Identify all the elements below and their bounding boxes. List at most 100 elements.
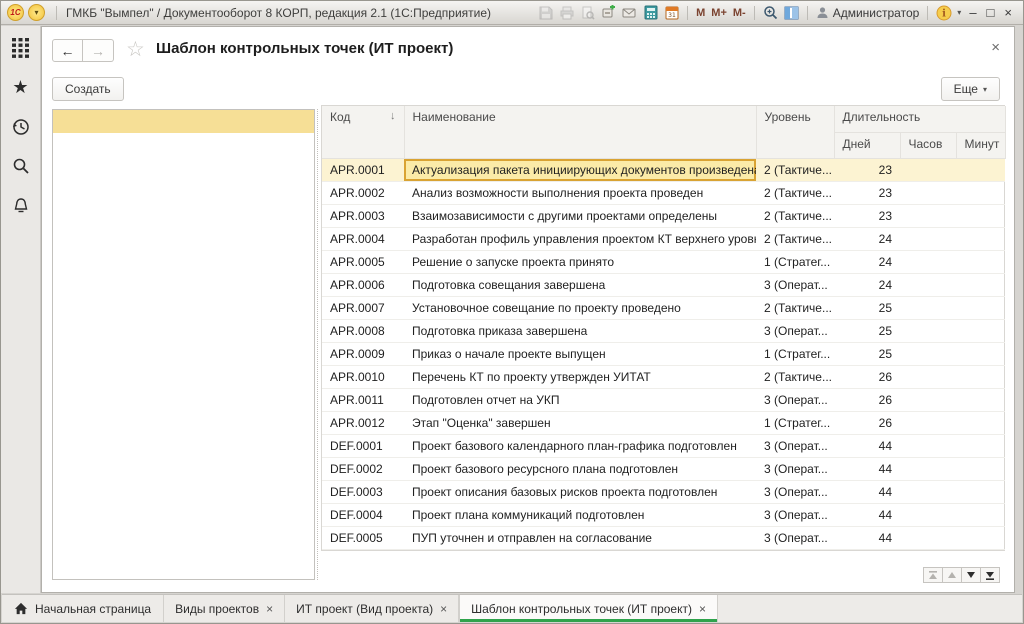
group-list-item[interactable] <box>53 340 314 363</box>
favorite-toggle-icon[interactable]: ☆ <box>126 39 145 60</box>
calculator-icon[interactable] <box>642 4 659 21</box>
column-header-code[interactable]: Код ↓ <box>322 106 404 158</box>
table-row[interactable]: APR.0010 Перечень КТ по проекту утвержде… <box>322 365 1005 388</box>
current-user[interactable]: Администратор <box>816 6 920 20</box>
cell-level: 1 (Стратег... <box>756 411 834 434</box>
group-list-item[interactable] <box>53 133 314 156</box>
go-last-icon[interactable] <box>980 567 1000 583</box>
calendar-icon[interactable]: 31 <box>663 4 680 21</box>
cell-minutes <box>956 227 1005 250</box>
tab-close-icon[interactable]: × <box>699 602 706 616</box>
group-list-item[interactable] <box>53 363 314 386</box>
go-up-icon[interactable] <box>942 567 962 583</box>
window-title: ГМКБ "Вымпел" / Документооборот 8 КОРП, … <box>66 6 491 20</box>
cell-level: 2 (Тактиче... <box>756 227 834 250</box>
print-icon[interactable] <box>558 4 575 21</box>
history-icon[interactable] <box>11 116 31 136</box>
group-list-item[interactable] <box>53 248 314 271</box>
cell-code: APR.0008 <box>322 319 404 342</box>
cell-days: 23 <box>834 158 900 181</box>
attach-file-icon[interactable] <box>600 4 617 21</box>
notifications-bell-icon[interactable] <box>11 196 31 216</box>
cell-code: APR.0010 <box>322 365 404 388</box>
go-first-icon[interactable] <box>923 567 943 583</box>
column-header-hours[interactable]: Часов <box>900 132 956 158</box>
tab-close-icon[interactable]: × <box>440 602 447 616</box>
table-row[interactable]: DEF.0001 Проект базового календарного пл… <box>322 434 1005 457</box>
cell-level: 2 (Тактиче... <box>756 204 834 227</box>
more-button[interactable]: Еще ▾ <box>941 77 1000 101</box>
table-row[interactable]: DEF.0005 ПУП уточнен и отправлен на согл… <box>322 526 1005 549</box>
print-preview-icon[interactable] <box>579 4 596 21</box>
cell-level: 3 (Операт... <box>756 273 834 296</box>
divider <box>927 6 928 20</box>
group-list-item[interactable] <box>53 317 314 340</box>
table-row[interactable]: APR.0007 Установочное совещание по проек… <box>322 296 1005 319</box>
group-list-item[interactable] <box>53 225 314 248</box>
table-row[interactable]: APR.0012 Этап "Оценка" завершен 1 (Страт… <box>322 411 1005 434</box>
panels-icon[interactable] <box>783 4 800 21</box>
cell-hours <box>900 273 956 296</box>
table-row[interactable]: APR.0005 Решение о запуске проекта приня… <box>322 250 1005 273</box>
table-row[interactable]: APR.0001 Актуализация пакета инициирующи… <box>322 158 1005 181</box>
menu-grid-icon[interactable] <box>11 38 31 58</box>
memory-subtract-button[interactable]: М- <box>733 7 746 19</box>
column-header-days[interactable]: Дней <box>834 132 900 158</box>
zoom-icon[interactable] <box>762 4 779 21</box>
cell-level: 3 (Операт... <box>756 503 834 526</box>
search-icon[interactable] <box>11 156 31 176</box>
column-header-name[interactable]: Наименование <box>404 106 756 158</box>
column-header-duration[interactable]: Длительность <box>834 106 1005 132</box>
memory-add-button[interactable]: М+ <box>711 7 727 19</box>
create-button[interactable]: Создать <box>52 77 124 101</box>
cell-minutes <box>956 411 1005 434</box>
go-down-icon[interactable] <box>961 567 981 583</box>
group-list-item[interactable] <box>53 202 314 225</box>
minimize-button[interactable]: – <box>969 6 976 19</box>
column-header-minutes[interactable]: Минут <box>956 132 1005 158</box>
table-row[interactable]: APR.0002 Анализ возможности выполнения п… <box>322 181 1005 204</box>
history-nav: ← → <box>52 39 114 62</box>
chevron-down-icon[interactable]: ▾ <box>957 8 961 17</box>
maximize-button[interactable]: □ <box>987 6 995 19</box>
table-row[interactable]: APR.0009 Приказ о начале проекте выпущен… <box>322 342 1005 365</box>
table-row[interactable]: APR.0008 Подготовка приказа завершена 3 … <box>322 319 1005 342</box>
table-nav-buttons <box>924 567 1000 583</box>
favorites-star-icon[interactable]: ★ <box>12 78 28 96</box>
tab-item[interactable]: ИТ проект (Вид проекта) × <box>285 595 459 622</box>
back-button[interactable]: ← <box>52 39 83 62</box>
group-list-item[interactable] <box>53 271 314 294</box>
table-row[interactable]: APR.0004 Разработан профиль управления п… <box>322 227 1005 250</box>
group-list-item[interactable] <box>53 110 314 133</box>
tab-close-icon[interactable]: × <box>266 602 273 616</box>
table-row[interactable]: DEF.0003 Проект описания базовых рисков … <box>322 480 1005 503</box>
main-menu-icon[interactable]: ▾ <box>28 4 45 21</box>
close-page-icon[interactable]: × <box>991 39 1000 56</box>
user-icon <box>816 6 829 19</box>
close-window-button[interactable]: × <box>1004 6 1012 19</box>
panel-splitter[interactable] <box>317 109 319 580</box>
info-icon[interactable]: i <box>935 4 952 21</box>
save-icon[interactable] <box>537 4 554 21</box>
group-list-item[interactable] <box>53 294 314 317</box>
memory-recall-button[interactable]: М <box>696 7 705 19</box>
tab-home[interactable]: Начальная страница <box>2 595 164 622</box>
table-row[interactable]: APR.0011 Подготовлен отчет на УКП 3 (Опе… <box>322 388 1005 411</box>
tab-item[interactable]: Шаблон контрольных точек (ИТ проект) × <box>459 595 718 622</box>
cell-minutes <box>956 526 1005 549</box>
cell-hours <box>900 227 956 250</box>
cell-code: APR.0004 <box>322 227 404 250</box>
tab-item[interactable]: Виды проектов × <box>164 595 285 622</box>
group-list-item[interactable] <box>53 156 314 179</box>
table-row[interactable]: DEF.0004 Проект плана коммуникаций подго… <box>322 503 1005 526</box>
send-icon[interactable] <box>621 4 638 21</box>
forward-button[interactable]: → <box>83 39 114 62</box>
cell-name: Подготовка приказа завершена <box>404 319 756 342</box>
table-row[interactable]: APR.0006 Подготовка совещания завершена … <box>322 273 1005 296</box>
table-row[interactable]: DEF.0002 Проект базового ресурсного план… <box>322 457 1005 480</box>
table-row[interactable]: APR.0003 Взаимозависимости с другими про… <box>322 204 1005 227</box>
column-header-level[interactable]: Уровень <box>756 106 834 158</box>
group-list-item[interactable] <box>53 179 314 202</box>
cell-name: Приказ о начале проекте выпущен <box>404 342 756 365</box>
cell-hours <box>900 411 956 434</box>
